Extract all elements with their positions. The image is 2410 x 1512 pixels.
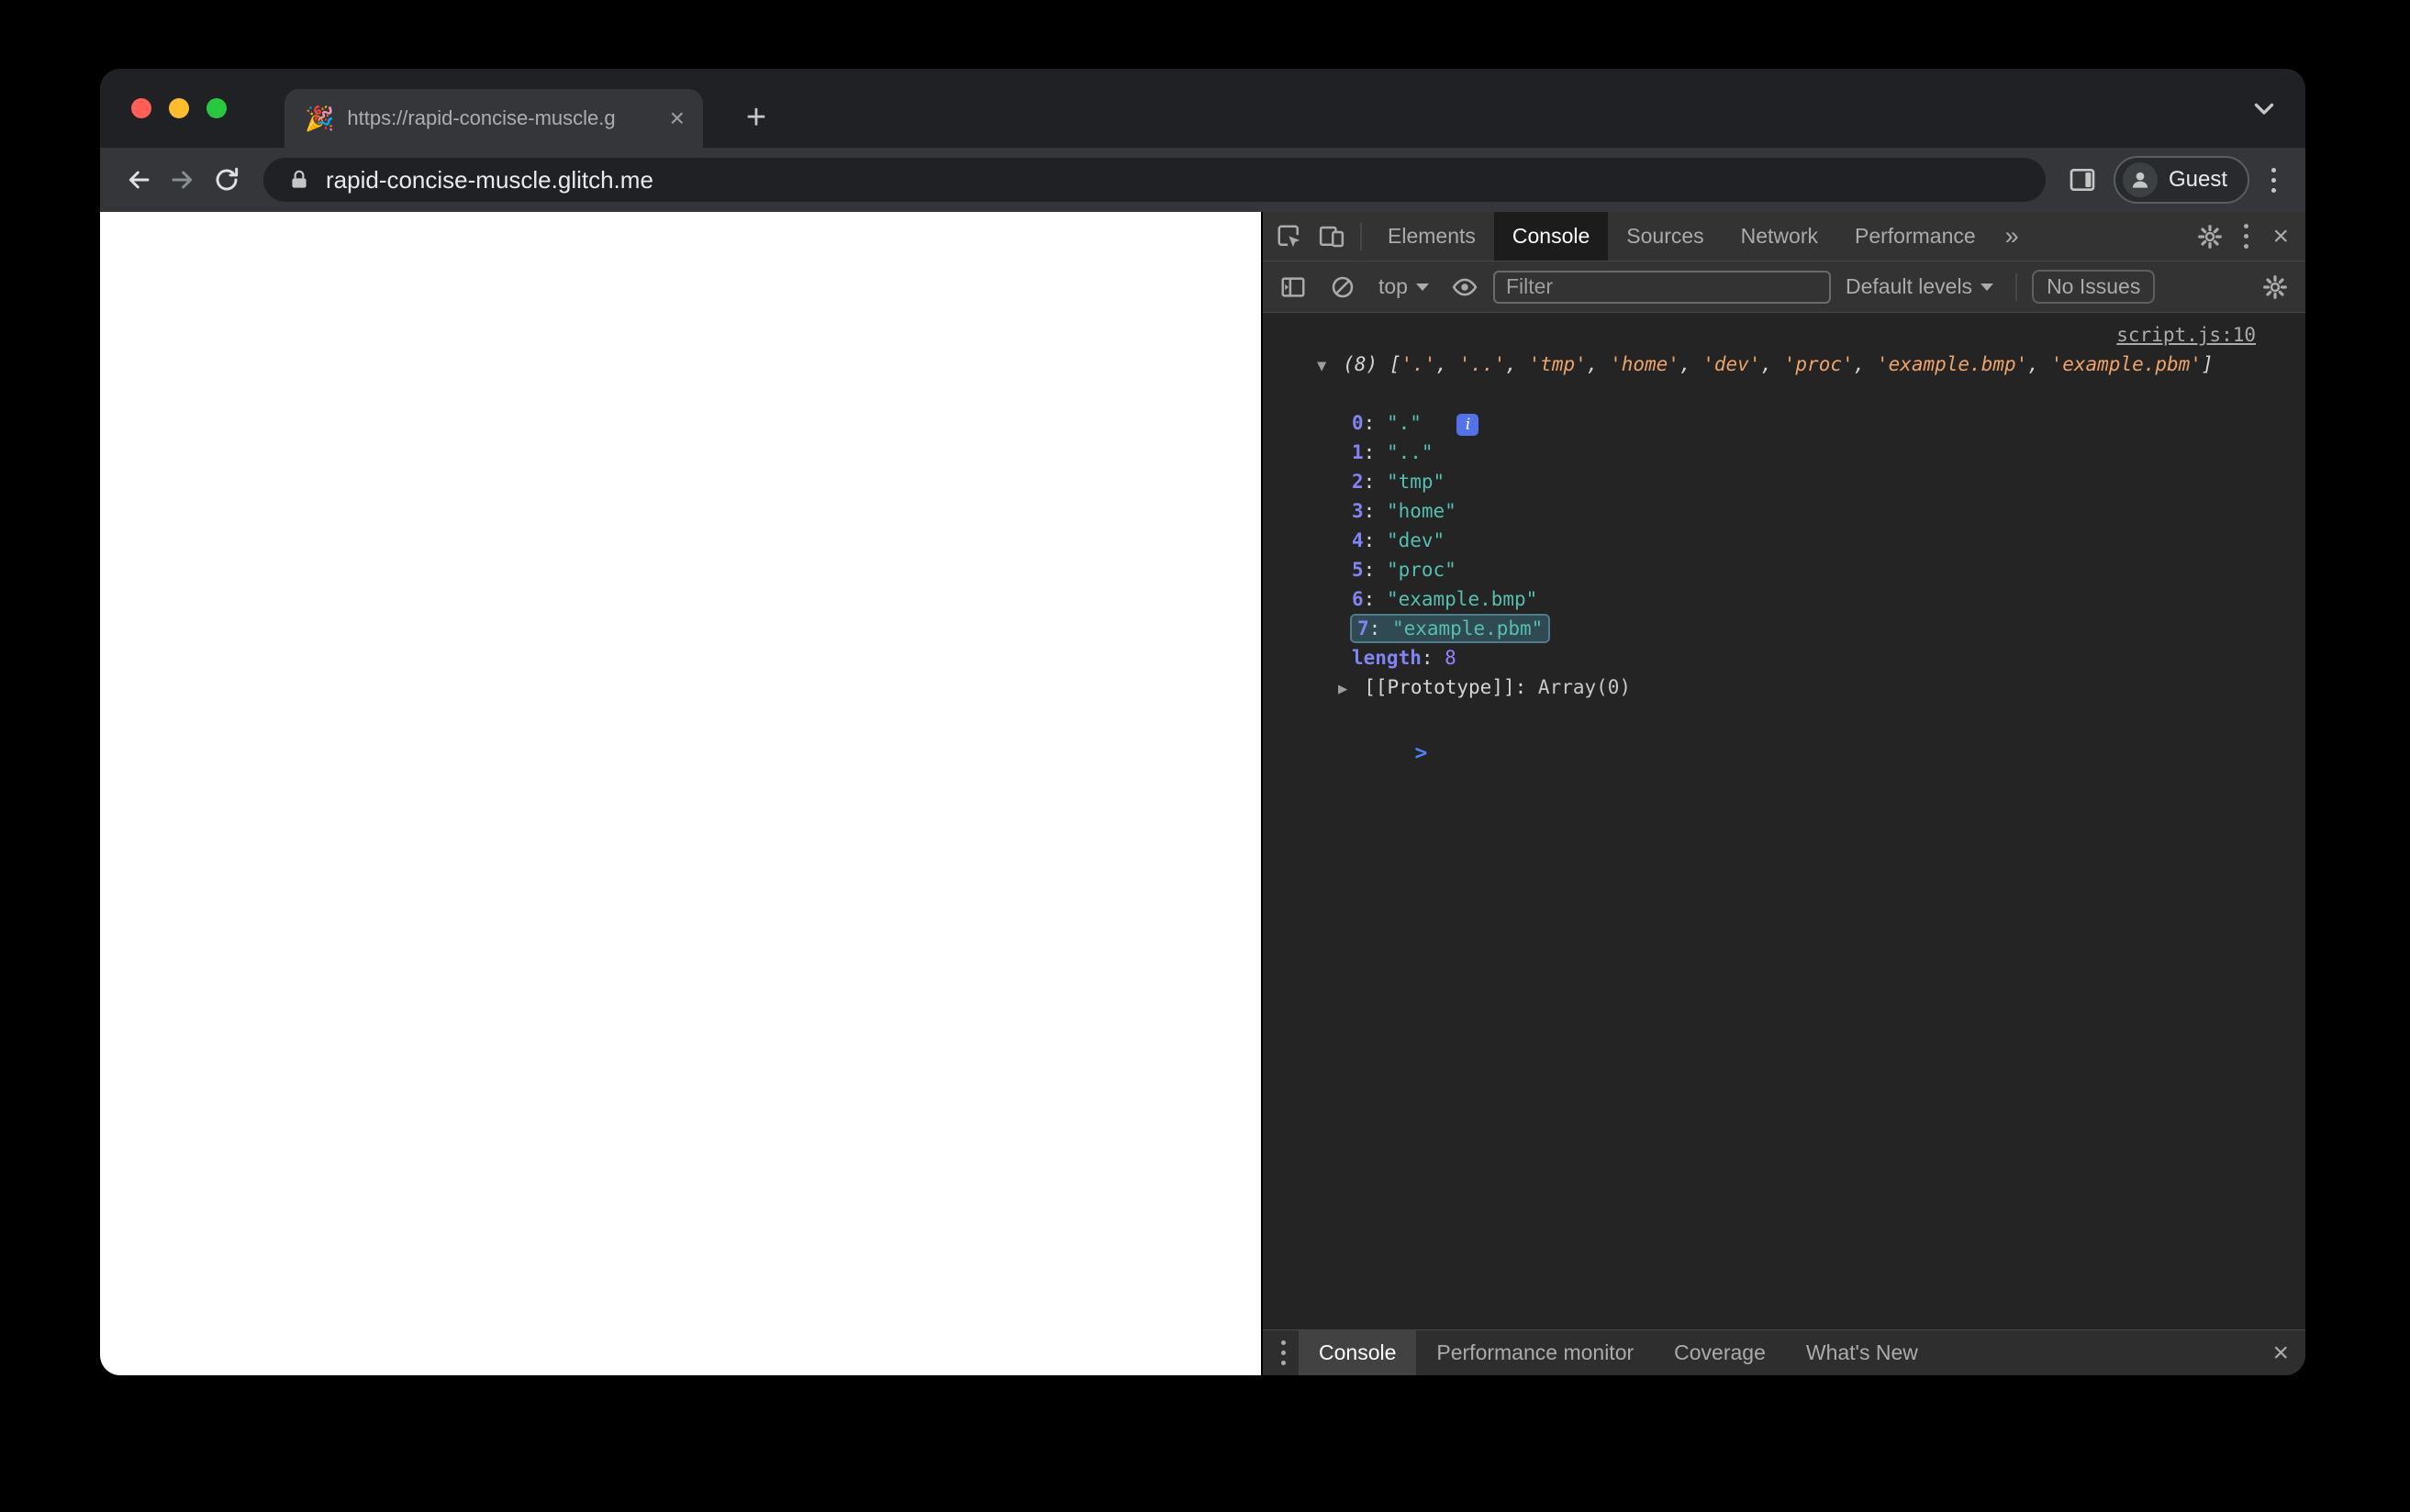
array-item-row: 4: "dev" [1352, 529, 1445, 551]
console-sidebar-icon[interactable] [1272, 267, 1314, 307]
console-toolbar: top Default levels No Issues [1263, 261, 2305, 313]
content-area: Elements Console Sources Network Perform… [100, 212, 2305, 1375]
chevron-down-icon [1980, 283, 1994, 291]
drawer-menu-icon[interactable] [1268, 1333, 1299, 1373]
devtools-menu-icon[interactable] [2231, 217, 2261, 256]
devtools-settings-icon[interactable] [2189, 217, 2231, 257]
tab-console[interactable]: Console [1493, 212, 1609, 261]
issues-badge[interactable]: No Issues [2032, 270, 2156, 304]
prototype-row: ▶ [[Prototype]]: Array(0) [1338, 676, 1632, 698]
browser-menu-icon[interactable] [2259, 161, 2289, 200]
profile-button[interactable]: Guest [2113, 156, 2249, 204]
separator [2015, 272, 2018, 301]
drawer-tab-performance-monitor[interactable]: Performance monitor [1416, 1330, 1654, 1375]
tab-network[interactable]: Network [1723, 212, 1836, 261]
log-source-line: script.js:10 [1263, 320, 2305, 350]
browser-window: 🎉 https://rapid-concise-muscle.g × + rap… [100, 69, 2305, 1375]
lock-icon[interactable] [287, 168, 311, 192]
console-output: script.js:10 ▼ (8) ['.', '..', 'tmp', 'ho… [1263, 313, 2305, 1329]
array-item-row: 0: "." [1352, 412, 1422, 434]
more-tabs-icon[interactable]: » [1994, 222, 2030, 250]
devtools-tab-bar: Elements Console Sources Network Perform… [1263, 212, 2305, 261]
array-item-row: 6: "example.bmp" [1352, 588, 1538, 610]
context-selector[interactable]: top [1371, 274, 1436, 299]
avatar-icon [2122, 162, 2158, 197]
devtools-drawer: Console Performance monitor Coverage Wha… [1263, 1329, 2305, 1375]
tab-close-icon[interactable]: × [666, 106, 688, 131]
separator [1360, 222, 1362, 250]
devtools-panel: Elements Console Sources Network Perform… [1261, 212, 2305, 1375]
zoom-window-button[interactable] [206, 98, 227, 118]
array-length-row: length: 8 [1352, 647, 1456, 669]
info-icon[interactable]: i [1456, 414, 1479, 436]
array-item-row: 5: "proc" [1352, 559, 1456, 581]
drawer-tab-console[interactable]: Console [1299, 1330, 1417, 1375]
array-item-row: 1: ".." [1352, 441, 1434, 463]
url-text: rapid-concise-muscle.glitch.me [326, 165, 653, 194]
console-settings-icon[interactable] [2254, 267, 2296, 307]
console-prompt[interactable]: > [1263, 709, 2305, 765]
prompt-chevron-icon: > [1414, 741, 1428, 765]
collapse-caret-icon[interactable]: ▼ [1317, 357, 1326, 375]
drawer-tab-whats-new[interactable]: What's New [1786, 1330, 1938, 1375]
close-window-button[interactable] [131, 98, 151, 118]
tab-performance[interactable]: Performance [1836, 212, 1994, 261]
forward-button[interactable] [161, 158, 205, 202]
browser-toolbar: rapid-concise-muscle.glitch.me Guest [100, 148, 2305, 212]
profile-name: Guest [2168, 167, 2227, 192]
drawer-close-icon[interactable]: × [2261, 1339, 2300, 1367]
evaluated-info-line: i [1263, 379, 2305, 436]
browser-tab[interactable]: 🎉 https://rapid-concise-muscle.g × [285, 89, 703, 148]
array-item-row-highlighted: 7: "example.pbm" [1263, 614, 2305, 643]
tab-search-chevron-icon[interactable] [2248, 93, 2280, 124]
tab-title: https://rapid-concise-muscle.g [347, 106, 616, 129]
page-viewport[interactable] [100, 212, 1261, 1375]
live-expression-eye-icon[interactable] [1444, 267, 1486, 307]
traffic-lights [131, 98, 227, 118]
back-button[interactable] [117, 158, 161, 202]
chevron-down-icon [1415, 283, 1429, 291]
tab-sources[interactable]: Sources [1608, 212, 1722, 261]
device-toolbar-icon[interactable] [1311, 217, 1353, 257]
array-item-row: 3: "home" [1352, 500, 1456, 522]
log-levels-selector[interactable]: Default levels [1838, 274, 2001, 299]
expand-caret-icon[interactable]: ▶ [1338, 680, 1347, 698]
reload-button[interactable] [205, 158, 249, 202]
clear-console-icon[interactable] [1322, 267, 1364, 307]
address-bar[interactable]: rapid-concise-muscle.glitch.me [263, 158, 2046, 202]
array-preview-line: ▼ (8) ['.', '..', 'tmp', 'home', 'dev', '… [1317, 353, 2214, 375]
new-tab-button[interactable]: + [735, 96, 777, 139]
minimize-window-button[interactable] [169, 98, 189, 118]
source-link[interactable]: script.js:10 [2116, 320, 2256, 350]
array-item-row: 2: "tmp" [1352, 471, 1445, 493]
tab-favicon: 🎉 [305, 104, 335, 132]
devtools-close-icon[interactable]: × [2261, 222, 2300, 250]
tab-elements[interactable]: Elements [1369, 212, 1494, 261]
inspect-element-icon[interactable] [1268, 217, 1311, 257]
tab-strip: 🎉 https://rapid-concise-muscle.g × + [100, 69, 2305, 148]
side-panel-icon[interactable] [2060, 158, 2104, 202]
filter-input[interactable] [1492, 270, 1831, 304]
drawer-tab-coverage[interactable]: Coverage [1654, 1330, 1786, 1375]
